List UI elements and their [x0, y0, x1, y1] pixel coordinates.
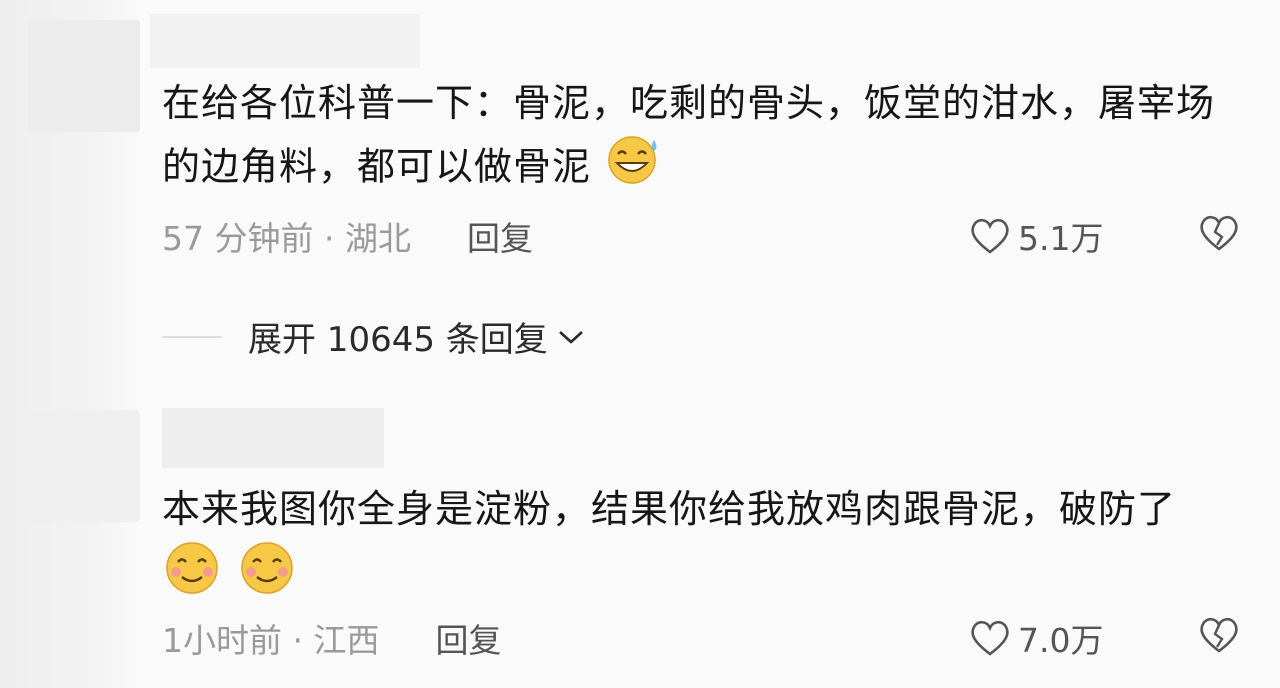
comment-meta: 1小时前 · 江西 回复	[162, 614, 501, 662]
like-button[interactable]: 5.1万	[968, 212, 1103, 260]
reply-button[interactable]: 回复	[467, 212, 533, 260]
comment-text: 本来我图你全身是淀粉，结果你给我放鸡肉跟骨泥，破防了	[162, 478, 1232, 614]
blush-smile-emoji	[237, 540, 299, 614]
timestamp-location: 57 分钟前 · 湖北	[162, 219, 411, 258]
dislike-button[interactable]	[1196, 614, 1242, 660]
grin-sweat-emoji	[604, 134, 662, 204]
username-blurred	[162, 408, 384, 468]
avatar[interactable]	[28, 410, 140, 522]
comment-text: 在给各位科普一下：骨泥，吃剩的骨头，饭堂的泔水，屠宰场的边角料，都可以做骨泥	[162, 72, 1232, 204]
timestamp-location: 1小时前 · 江西	[162, 621, 380, 660]
dislike-button[interactable]	[1196, 212, 1242, 258]
expand-replies-button[interactable]: 展开 10645 条回复	[248, 312, 548, 361]
broken-heart-icon	[1200, 617, 1238, 653]
broken-heart-icon	[1200, 215, 1238, 251]
like-count: 5.1万	[1018, 219, 1104, 258]
heart-icon	[971, 218, 1009, 254]
like-count: 7.0万	[1018, 621, 1104, 660]
reply-button[interactable]: 回复	[435, 614, 501, 662]
expand-replies-row[interactable]: 展开 10645 条回复	[162, 312, 586, 361]
comment-body: 本来我图你全身是淀粉，结果你给我放鸡肉跟骨泥，破防了	[162, 487, 1177, 531]
avatar[interactable]	[28, 20, 140, 132]
divider	[162, 335, 222, 338]
heart-icon	[971, 620, 1009, 656]
blush-smile-emoji	[162, 540, 224, 614]
comment-meta: 57 分钟前 · 湖北 回复	[162, 212, 533, 260]
chevron-down-icon	[558, 330, 583, 344]
comment-body: 在给各位科普一下：骨泥，吃剩的骨头，饭堂的泔水，屠宰场的边角料，都可以做骨泥	[162, 81, 1216, 189]
username-blurred	[150, 14, 420, 68]
like-button[interactable]: 7.0万	[968, 614, 1103, 662]
